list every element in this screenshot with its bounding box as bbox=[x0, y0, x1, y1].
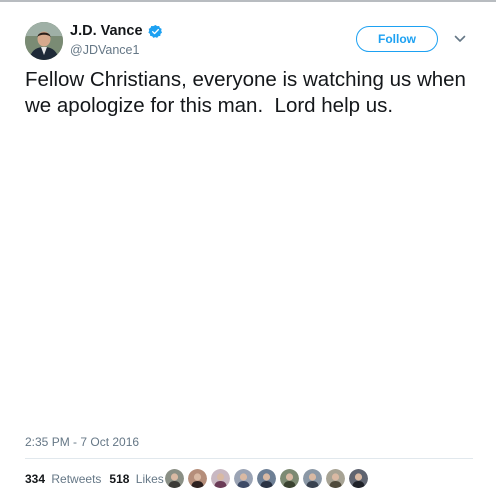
liker-avatar-5[interactable] bbox=[257, 469, 276, 488]
stats-divider bbox=[25, 458, 473, 459]
likes-stat[interactable]: 518 Likes bbox=[109, 472, 163, 486]
author-handle[interactable]: @JDVance1 bbox=[70, 43, 139, 57]
likes-label: Likes bbox=[135, 472, 164, 486]
follow-button[interactable]: Follow bbox=[356, 26, 438, 52]
liker-avatar-1[interactable] bbox=[165, 469, 184, 488]
liker-avatar-8[interactable] bbox=[326, 469, 345, 488]
liker-avatar-6[interactable] bbox=[280, 469, 299, 488]
author-avatar[interactable] bbox=[25, 22, 63, 60]
retweets-label: Retweets bbox=[51, 472, 102, 486]
retweets-count: 334 bbox=[25, 472, 46, 486]
retweets-stat[interactable]: 334 Retweets bbox=[25, 472, 101, 486]
verified-badge-icon bbox=[147, 24, 163, 39]
author-display-name[interactable]: J.D. Vance bbox=[70, 23, 143, 39]
tweet-card: J.D. Vance @JDVance1 Follow Fellow Chris… bbox=[0, 0, 496, 500]
liker-avatars bbox=[165, 469, 368, 488]
liker-avatar-4[interactable] bbox=[234, 469, 253, 488]
profile-photo-icon bbox=[25, 22, 63, 60]
chevron-down-icon[interactable] bbox=[454, 34, 466, 44]
liker-avatar-2[interactable] bbox=[188, 469, 207, 488]
liker-avatar-7[interactable] bbox=[303, 469, 322, 488]
tweet-timestamp[interactable]: 2:35 PM - 7 Oct 2016 bbox=[25, 435, 139, 449]
author-name-row: J.D. Vance bbox=[70, 23, 163, 39]
liker-avatar-3[interactable] bbox=[211, 469, 230, 488]
likes-count: 518 bbox=[109, 472, 130, 486]
tweet-text: Fellow Christians, everyone is watching … bbox=[25, 68, 472, 117]
tweet-stats: 334 Retweets 518 Likes bbox=[25, 465, 172, 493]
liker-avatar-9[interactable] bbox=[349, 469, 368, 488]
